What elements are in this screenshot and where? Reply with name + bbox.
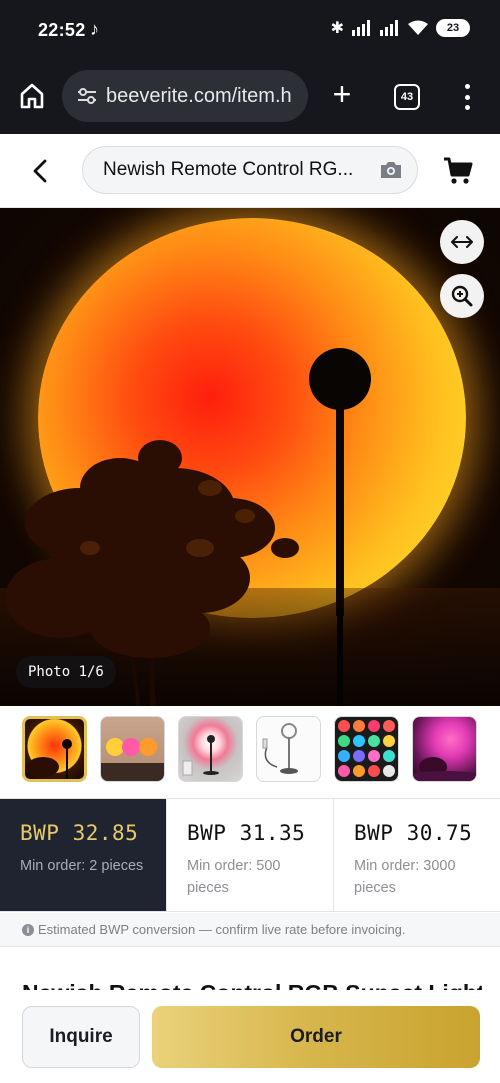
browser-toolbar: beeverite.com/item.h + 43 <box>0 62 500 134</box>
lamp-head <box>309 348 371 410</box>
status-time: 22:52 <box>38 20 86 40</box>
product-title-peek: Newish Remote Control RGB Sunset Light <box>22 976 482 990</box>
tab-switcher-button[interactable]: 43 <box>394 84 420 110</box>
battery-icon: 23 <box>436 19 470 37</box>
tiktok-notification-icon: ♪ <box>90 19 99 39</box>
thumbnail-1[interactable] <box>22 716 87 782</box>
thumbnail-2[interactable] <box>100 716 165 782</box>
thumbnail-3[interactable] <box>178 716 243 782</box>
search-text: Newish Remote Control RG... <box>103 159 354 180</box>
thumbnail-4[interactable] <box>256 716 321 782</box>
url-text: beeverite.com/item.h <box>106 84 292 107</box>
tier-min-order: Min order: 500 pieces <box>187 858 281 896</box>
tier-min-order: Min order: 3000 pieces <box>354 858 456 896</box>
thumbnail-6[interactable] <box>412 716 477 782</box>
photo-counter: Photo 1/6 <box>16 656 116 688</box>
thumbnail-5[interactable] <box>334 716 399 782</box>
lamp-stand <box>336 406 344 616</box>
tier-price: BWP 30.75 <box>354 821 473 845</box>
status-icons: ✱ 23 <box>331 18 470 38</box>
order-button[interactable]: Order <box>152 1006 480 1068</box>
expand-icon[interactable] <box>440 220 484 264</box>
price-tier-3[interactable]: BWP 30.75 Min order: 3000 pieces <box>334 799 500 911</box>
conversion-note-text: Estimated BWP conversion — confirm live … <box>38 922 406 937</box>
site-settings-icon[interactable] <box>76 85 98 107</box>
inquire-button[interactable]: Inquire <box>22 1006 140 1068</box>
wifi-icon <box>408 20 428 35</box>
conversion-note: i Estimated BWP conversion — confirm liv… <box>0 913 500 947</box>
price-tier-2[interactable]: BWP 31.35 Min order: 500 pieces <box>167 799 334 911</box>
zoom-icon[interactable] <box>440 274 484 318</box>
bottom-action-bar: Inquire Order <box>0 990 500 1083</box>
status-bar: 22:52 ♪ ✱ 23 <box>0 0 500 62</box>
product-main-photo[interactable]: Photo 1/6 <box>0 208 500 706</box>
tier-price: BWP 31.35 <box>187 821 306 845</box>
back-arrow-icon[interactable] <box>26 156 56 186</box>
signal-icon <box>352 20 370 36</box>
tier-min-order: Min order: 2 pieces <box>20 858 144 874</box>
product-search-bar[interactable]: Newish Remote Control RG... <box>82 146 418 194</box>
address-bar[interactable]: beeverite.com/item.h <box>62 70 308 122</box>
bluetooth-icon: ✱ <box>330 20 344 37</box>
camera-icon[interactable] <box>379 160 403 180</box>
info-icon: i <box>22 923 34 936</box>
app-header: Newish Remote Control RG... <box>0 134 500 208</box>
home-icon[interactable] <box>18 82 46 110</box>
product-title: Newish Remote Control RGB Sunset Light <box>22 980 482 990</box>
tier-price: BWP 32.85 <box>20 821 139 845</box>
cart-icon[interactable] <box>442 156 474 186</box>
signal-icon <box>380 20 398 36</box>
thumbnail-strip <box>22 716 482 784</box>
price-tiers: BWP 32.85 Min order: 2 pieces BWP 31.35 … <box>0 798 500 912</box>
more-menu-icon[interactable] <box>460 82 474 112</box>
price-tier-1[interactable]: BWP 32.85 Min order: 2 pieces <box>0 799 167 911</box>
new-tab-icon[interactable]: + <box>328 78 356 110</box>
